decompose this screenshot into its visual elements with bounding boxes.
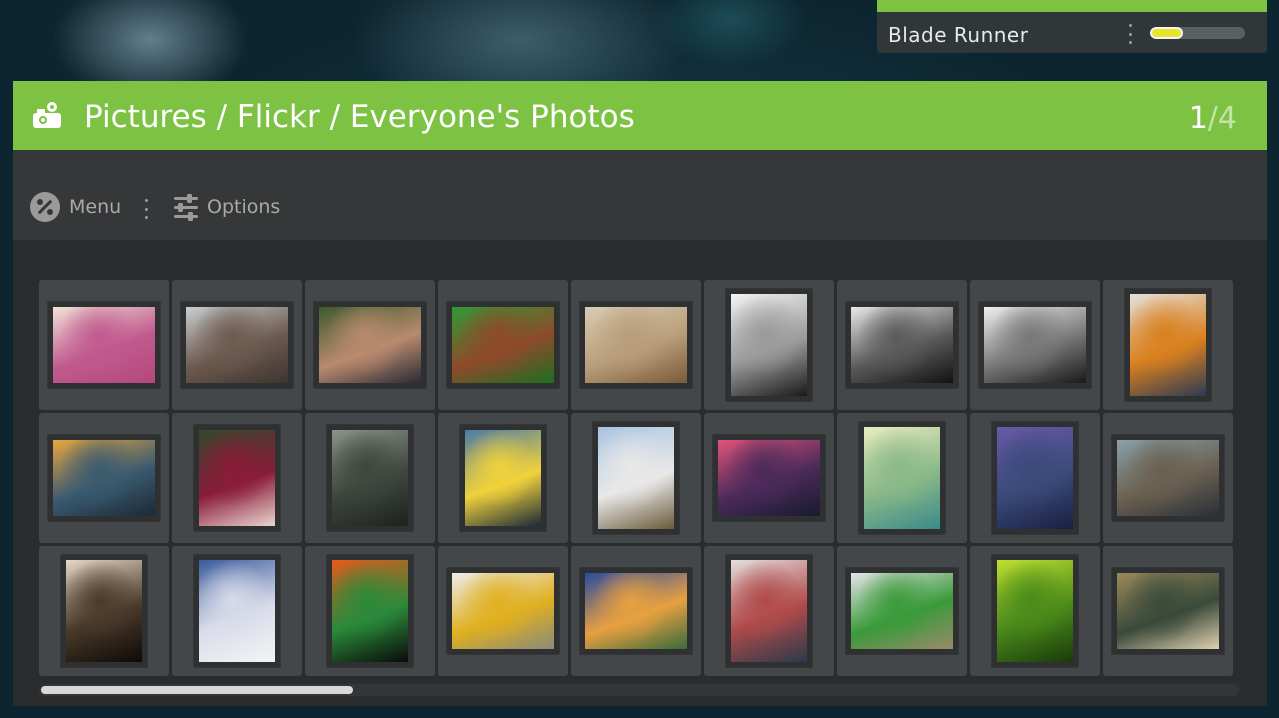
menu-button[interactable]: Menu — [29, 191, 121, 223]
photo-craft-room — [726, 555, 812, 667]
horizontal-scrollbar[interactable] — [39, 684, 1239, 696]
photo-jumping-dancers — [580, 302, 692, 388]
photo-tile[interactable] — [39, 413, 169, 543]
sliders-icon — [174, 194, 198, 221]
photo-tile[interactable] — [837, 546, 967, 676]
now-playing-progress-fill — [1150, 27, 1184, 39]
photo-tile[interactable] — [970, 413, 1100, 543]
photo-wedding-road — [593, 422, 679, 534]
now-playing-panel[interactable]: Blade Runner — [877, 0, 1267, 53]
now-playing-more-icon[interactable] — [1129, 24, 1133, 44]
photo-tile[interactable] — [39, 280, 169, 410]
photo-bare-tree-snow — [194, 555, 280, 667]
photo-tile[interactable] — [1103, 546, 1233, 676]
photo-tile[interactable] — [438, 546, 568, 676]
photo-eagle — [447, 568, 559, 654]
photo-tile[interactable] — [571, 413, 701, 543]
photo-legs-tree — [61, 555, 147, 667]
photo-cloud-mountains — [580, 568, 692, 654]
now-playing-accent-bar — [877, 0, 1267, 12]
photo-tile[interactable] — [837, 280, 967, 410]
photo-kids-water-guns — [314, 302, 426, 388]
toolbar-separator — [145, 199, 149, 219]
options-button[interactable]: Options — [173, 191, 280, 223]
photo-green-figure — [327, 555, 413, 667]
photo-tile[interactable] — [571, 546, 701, 676]
photo-tile[interactable] — [704, 546, 834, 676]
photo-grid — [39, 280, 1233, 676]
photo-hair-grass — [447, 302, 559, 388]
photo-grid-area — [13, 240, 1267, 706]
photo-tile[interactable] — [172, 546, 302, 676]
photo-tile[interactable] — [305, 280, 435, 410]
page-counter: 1/4 — [1189, 101, 1237, 136]
pictures-icon — [33, 102, 61, 128]
photo-tile[interactable] — [172, 413, 302, 543]
now-playing-title: Blade Runner — [888, 23, 1029, 47]
photo-seeds-leaves — [846, 568, 958, 654]
photo-tile[interactable] — [39, 546, 169, 676]
breadcrumb: Pictures / Flickr / Everyone's Photos — [84, 99, 635, 135]
photo-tile[interactable] — [704, 280, 834, 410]
photo-alley-girl — [1112, 568, 1224, 654]
photo-tile[interactable] — [1103, 280, 1233, 410]
menu-label: Menu — [69, 196, 122, 218]
photo-sunset-pier — [48, 435, 160, 521]
photo-tile[interactable] — [837, 413, 967, 543]
photo-tile[interactable] — [704, 413, 834, 543]
photo-orange-top — [1125, 289, 1211, 401]
photo-misty-cliff — [327, 425, 413, 531]
scrollbar-thumb[interactable] — [41, 686, 353, 694]
photo-tile[interactable] — [970, 546, 1100, 676]
photo-kitchen-sink — [846, 302, 958, 388]
photo-open-book — [979, 302, 1091, 388]
page-current: 1 — [1188, 101, 1208, 136]
photo-tile[interactable] — [305, 546, 435, 676]
photo-city-bicycle — [460, 425, 546, 531]
header-bar: Pictures / Flickr / Everyone's Photos 1/… — [13, 81, 1267, 150]
photo-boy-sunglasses — [726, 289, 812, 401]
page-total: 4 — [1217, 101, 1237, 136]
photo-sparrow-bread — [1112, 435, 1224, 521]
photo-crowd-street — [181, 302, 293, 388]
menu-badge-icon — [30, 192, 60, 222]
photo-rocky-shore — [992, 422, 1078, 534]
photo-tile[interactable] — [305, 413, 435, 543]
photo-tile[interactable] — [172, 280, 302, 410]
now-playing-progress-bar — [1150, 27, 1245, 39]
page-separator: / — [1207, 101, 1218, 136]
browser-panel: Pictures / Flickr / Everyone's Photos 1/… — [13, 81, 1267, 706]
photo-curly-tendril — [992, 555, 1078, 667]
photo-tile[interactable] — [571, 280, 701, 410]
photo-tile[interactable] — [1103, 413, 1233, 543]
photo-red-hair-girl — [194, 425, 280, 531]
toolbar: Menu Options — [13, 150, 1267, 240]
photo-purple-sea — [713, 435, 825, 521]
options-label: Options — [207, 196, 281, 218]
photo-tile[interactable] — [438, 280, 568, 410]
photo-tile[interactable] — [438, 413, 568, 543]
photo-tile[interactable] — [970, 280, 1100, 410]
photo-baby-pink-hat — [48, 302, 160, 388]
photo-dandelion — [859, 422, 945, 534]
